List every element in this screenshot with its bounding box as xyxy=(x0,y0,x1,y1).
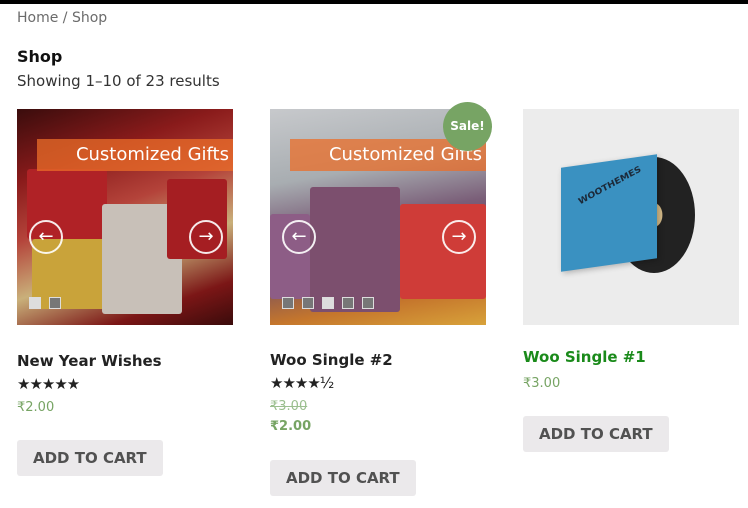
arrow-left-icon: ← xyxy=(291,226,307,247)
breadcrumb-separator: / xyxy=(58,10,72,26)
add-to-cart-button[interactable]: ADD TO CART xyxy=(17,440,163,476)
slider-dot[interactable] xyxy=(342,297,354,309)
product-price: ₹3.00 xyxy=(523,376,561,391)
slider-prev-button[interactable]: ← xyxy=(29,220,63,254)
slider-next-button[interactable]: → xyxy=(442,220,476,254)
add-to-cart-button[interactable]: ADD TO CART xyxy=(270,460,416,496)
top-bar xyxy=(0,0,748,4)
product-title[interactable]: Woo Single #1 xyxy=(523,348,646,366)
gift-box-shape xyxy=(400,204,486,299)
product-price: ₹2.00 xyxy=(270,419,311,434)
slider-prev-button[interactable]: ← xyxy=(282,220,316,254)
star-rating: ★★★★★ xyxy=(17,375,80,393)
result-count: Showing 1–10 of 23 results xyxy=(17,72,220,90)
product-image-slider[interactable]: Customized Gifts ← → xyxy=(17,109,233,325)
page-title: Shop xyxy=(17,47,63,66)
product-image[interactable]: WOOTHEMES xyxy=(523,109,739,325)
slider-dot[interactable] xyxy=(322,297,334,309)
arrow-right-icon: → xyxy=(198,226,214,247)
gift-box-shape xyxy=(310,187,400,312)
slider-caption: Customized Gifts xyxy=(75,144,229,165)
slider-dot[interactable] xyxy=(362,297,374,309)
arrow-left-icon: ← xyxy=(38,226,54,247)
slider-dots xyxy=(282,297,374,309)
slider-dot[interactable] xyxy=(49,297,61,309)
product-title[interactable]: Woo Single #2 xyxy=(270,351,393,369)
slider-dot[interactable] xyxy=(302,297,314,309)
slider-dot[interactable] xyxy=(29,297,41,309)
slider-next-button[interactable]: → xyxy=(189,220,223,254)
regular-price: ₹3.00 xyxy=(270,399,308,414)
slider-dot[interactable] xyxy=(282,297,294,309)
breadcrumb-home-link[interactable]: Home xyxy=(17,10,58,26)
add-to-cart-button[interactable]: ADD TO CART xyxy=(523,416,669,452)
star-rating: ★★★★½ xyxy=(270,374,334,392)
product-price-old: ₹3.00 xyxy=(270,399,307,414)
sale-badge: Sale! xyxy=(443,102,492,151)
sale-price: ₹2.00 xyxy=(270,419,312,434)
breadcrumb: Home / Shop xyxy=(17,10,107,26)
breadcrumb-current: Shop xyxy=(71,10,108,26)
product-title[interactable]: New Year Wishes xyxy=(17,352,162,370)
slider-dots xyxy=(29,297,61,309)
product-price: ₹2.00 xyxy=(17,400,55,415)
arrow-right-icon: → xyxy=(451,226,467,247)
